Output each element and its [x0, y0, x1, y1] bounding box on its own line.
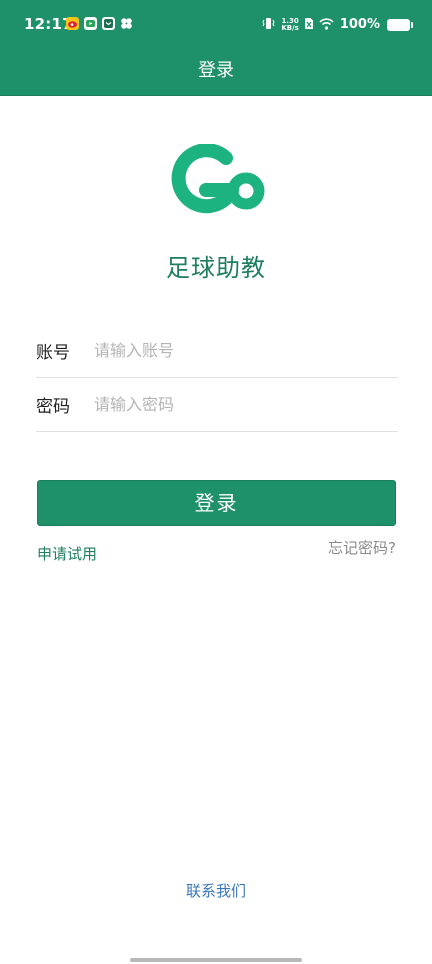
page-title: 登录 [198, 60, 234, 81]
app-name: 足球助教 [166, 254, 266, 282]
account-label: 账号 [36, 343, 70, 363]
net-speed-unit: KB/s [281, 23, 299, 32]
account-field: 账号 [36, 324, 398, 378]
weibo-icon [66, 17, 79, 30]
login-button[interactable]: 登录 [37, 480, 396, 526]
contact-us-link[interactable]: 联系我们 [0, 880, 432, 901]
status-bar: 12:17 1.30 KB/s 100% [0, 0, 432, 48]
system-icons: 1.30 KB/s 100% [261, 15, 413, 34]
wifi-icon [319, 15, 334, 34]
go-logo-icon [171, 144, 265, 214]
password-field: 密码 [36, 378, 398, 432]
video-app-icon [84, 17, 97, 30]
messenger-icon [102, 17, 115, 30]
battery-percent: 100% [339, 17, 380, 32]
home-indicator[interactable] [130, 958, 302, 962]
no-sim-icon [304, 15, 314, 34]
apply-trial-link[interactable]: 申请试用 [37, 543, 97, 564]
vibrate-icon [261, 15, 276, 34]
battery-icon [387, 18, 413, 31]
title-bar: 登录 [0, 48, 432, 96]
password-label: 密码 [36, 397, 70, 417]
password-input[interactable] [94, 384, 398, 425]
clover-app-icon [120, 17, 133, 30]
net-speed: 1.30 KB/s [281, 17, 299, 32]
account-input[interactable] [94, 330, 398, 371]
notification-icons [66, 17, 133, 30]
app-header: 12:17 1.30 KB/s 100% 登录 [0, 0, 432, 96]
forgot-password-link[interactable]: 忘记密码? [328, 537, 396, 558]
